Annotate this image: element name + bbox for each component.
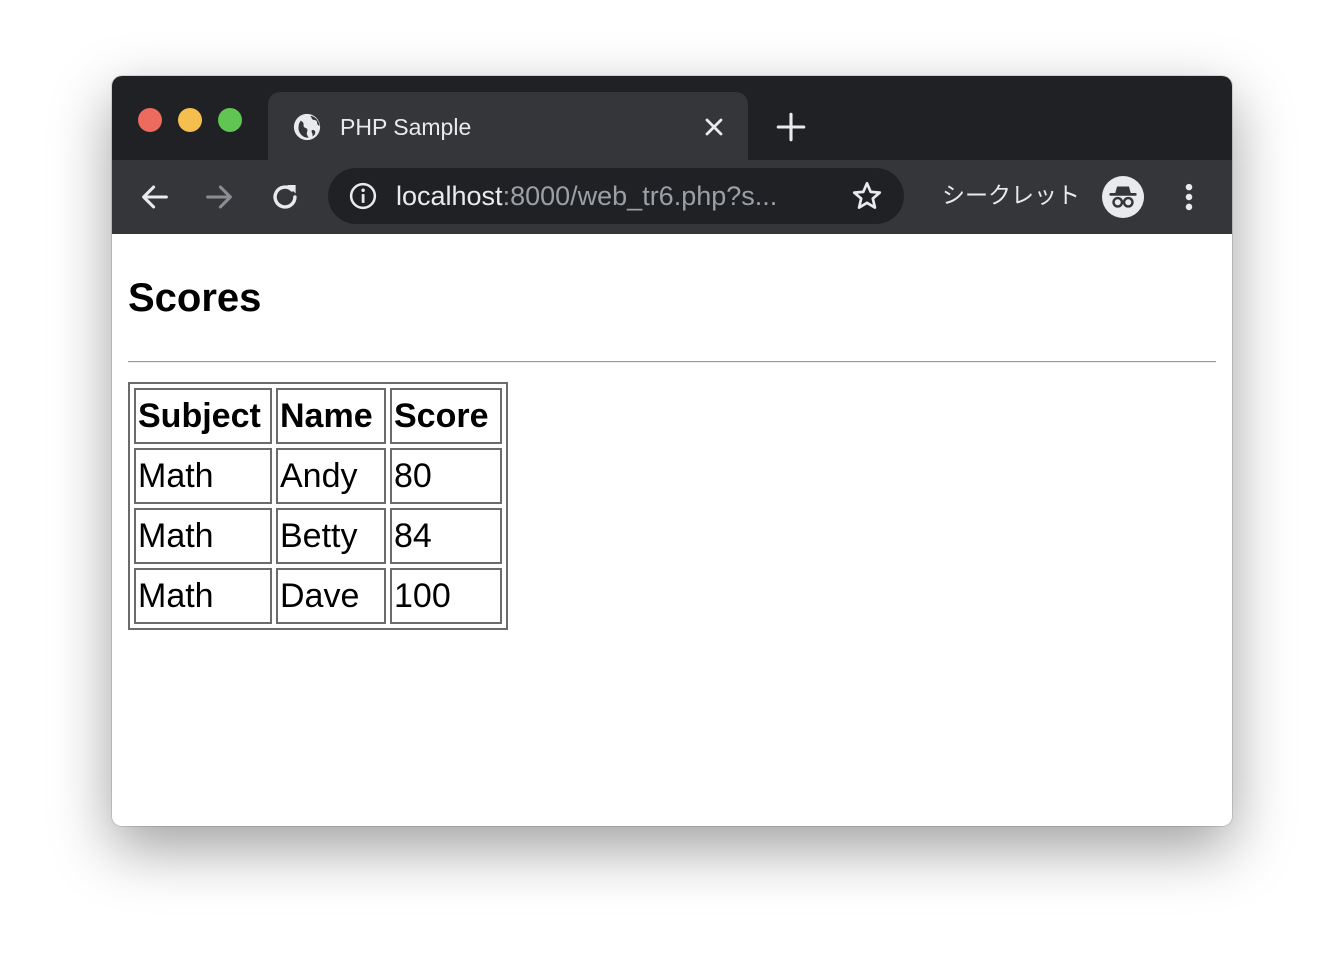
scores-table: Subject Name Score Math Andy 80 Math Bet… [128, 382, 508, 630]
cell-subject: Math [134, 508, 272, 564]
info-icon[interactable] [348, 181, 378, 211]
cell-score: 100 [390, 568, 502, 624]
cell-name: Andy [276, 448, 386, 504]
table-row: Math Dave 100 [134, 568, 502, 624]
globe-icon [293, 113, 321, 141]
url-host: localhost [396, 181, 503, 211]
tab-title: PHP Sample [340, 114, 472, 140]
table-row: Math Andy 80 [134, 448, 502, 504]
incognito-label[interactable]: シークレット [942, 180, 1080, 210]
column-header-subject: Subject [134, 388, 272, 444]
cell-score: 80 [390, 448, 502, 504]
incognito-icon[interactable] [1102, 176, 1144, 218]
cell-name: Dave [276, 568, 386, 624]
close-tab-icon[interactable] [700, 113, 728, 141]
url-text[interactable]: localhost:8000/web_tr6.php?s... [396, 180, 777, 212]
reload-icon[interactable] [268, 180, 302, 214]
column-header-score: Score [390, 388, 502, 444]
bookmark-star-icon[interactable] [850, 179, 884, 213]
tab-php-sample[interactable]: PHP Sample [268, 92, 748, 160]
page-title: Scores [128, 276, 262, 320]
new-tab-icon[interactable] [774, 110, 808, 144]
back-arrow-icon[interactable] [138, 180, 172, 214]
more-menu-icon[interactable] [1174, 180, 1204, 214]
table-row: Math Betty 84 [134, 508, 502, 564]
cell-subject: Math [134, 448, 272, 504]
browser-toolbar: localhost:8000/web_tr6.php?s... シークレット [112, 160, 1232, 234]
cell-subject: Math [134, 568, 272, 624]
window-minimize-button[interactable] [178, 108, 202, 132]
forward-arrow-icon[interactable] [202, 180, 236, 214]
window-maximize-button[interactable] [218, 108, 242, 132]
cell-score: 84 [390, 508, 502, 564]
tab-strip: PHP Sample [112, 76, 1232, 160]
table-header-row: Subject Name Score [134, 388, 502, 444]
horizontal-rule [128, 361, 1216, 363]
browser-window: PHP Sample localhost:8000/web_tr6.php?s.… [112, 76, 1232, 826]
page-content: Scores Subject Name Score Math Andy 80 M… [112, 234, 1232, 826]
url-path: :8000/web_tr6.php?s... [502, 181, 778, 211]
window-close-button[interactable] [138, 108, 162, 132]
address-bar[interactable]: localhost:8000/web_tr6.php?s... [328, 168, 904, 224]
column-header-name: Name [276, 388, 386, 444]
cell-name: Betty [276, 508, 386, 564]
